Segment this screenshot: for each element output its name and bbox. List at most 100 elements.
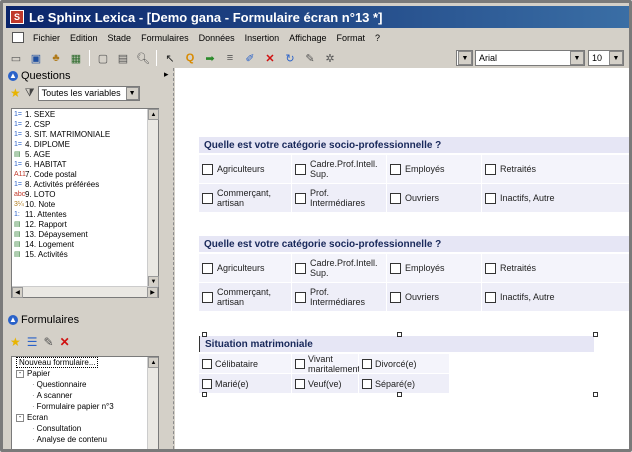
question-title[interactable]: Situation matrimoniale — [199, 336, 594, 352]
menu-fichier[interactable]: Fichier — [28, 33, 65, 43]
survey-icon[interactable]: ♣ — [48, 50, 64, 66]
question-title[interactable]: Quelle est votre catégorie socio-profess… — [199, 236, 629, 252]
star-icon[interactable]: ★ — [10, 86, 21, 100]
option-cell[interactable]: Agriculteurs — [199, 254, 291, 282]
scroll-left-icon[interactable]: ◀ — [12, 287, 23, 298]
option-checkbox[interactable] — [485, 291, 496, 303]
option-checkbox[interactable] — [295, 163, 306, 175]
option-checkbox[interactable] — [362, 378, 372, 389]
option-checkbox[interactable] — [295, 358, 305, 369]
paint-icon[interactable]: ✐ — [242, 50, 258, 66]
option-cell[interactable]: Employés — [387, 254, 481, 282]
option-cell[interactable]: Divorcé(e) — [359, 354, 449, 373]
selection-handle[interactable] — [397, 332, 402, 337]
form-tree-item[interactable]: · Analyse de contenu — [12, 434, 158, 445]
option-checkbox[interactable] — [295, 192, 306, 204]
question-item[interactable]: A11 7. Code postal — [12, 169, 158, 179]
vertical-scrollbar[interactable]: ▲ ▼ — [147, 109, 159, 287]
option-checkbox[interactable] — [295, 291, 306, 303]
style-dropdown[interactable]: ▼ — [456, 50, 473, 66]
form-tree-item[interactable]: · A scanner — [12, 390, 158, 401]
scroll-up-icon[interactable]: ▲ — [148, 109, 159, 120]
font-size-dropdown[interactable]: 10 ▼ — [588, 50, 624, 66]
question-item[interactable]: 1= 1. SEXE — [12, 109, 158, 119]
menu-edition[interactable]: Edition — [65, 33, 103, 43]
question-item[interactable]: abc 9. LOTO — [12, 189, 158, 199]
data-icon[interactable]: ▦ — [68, 50, 84, 66]
forms-header[interactable]: ▲ Formulaires — [6, 312, 164, 327]
delete-form-icon[interactable]: ✕ — [60, 335, 70, 349]
option-cell[interactable]: Prof. Intermédiares — [292, 184, 386, 212]
option-checkbox[interactable] — [485, 192, 496, 204]
question-item[interactable]: 1= 8. Activités préférées — [12, 179, 158, 189]
question-item[interactable]: 1= 6. HABITAT — [12, 159, 158, 169]
vertical-scrollbar[interactable]: ▲ — [147, 357, 158, 449]
option-cell[interactable]: Inactifs, Autre — [482, 283, 629, 311]
save-icon[interactable]: ▣ — [28, 50, 44, 66]
option-cell[interactable]: Commerçant, artisan — [199, 184, 291, 212]
option-cell[interactable]: Ouvriers — [387, 184, 481, 212]
option-cell[interactable]: Prof. Intermédiares — [292, 283, 386, 311]
questions-list[interactable]: 1= 1. SEXE 1= 2. CSP 1= 3. SIT. MATRIMONIALE 1… — [11, 108, 159, 298]
option-cell[interactable]: Agriculteurs — [199, 155, 291, 183]
question-item[interactable]: 1: 11. Attentes — [12, 209, 158, 219]
selection-handle[interactable] — [397, 392, 402, 397]
form-tree-item[interactable]: - Papier — [12, 368, 158, 379]
option-checkbox[interactable] — [295, 378, 305, 389]
selection-handle[interactable] — [202, 392, 207, 397]
menu-help[interactable]: ? — [370, 33, 385, 43]
font-name-dropdown[interactable]: Arial ▼ — [475, 50, 585, 66]
option-cell[interactable]: Commerçant, artisan — [199, 283, 291, 311]
question-item[interactable]: ▤ 13. Dépaysement — [12, 229, 158, 239]
form-canvas[interactable]: Quelle est votre catégorie socio-profess… — [175, 68, 629, 449]
form-tree-item[interactable]: - Ecran — [12, 412, 158, 423]
menu-format[interactable]: Format — [332, 33, 371, 43]
arrow-icon[interactable]: ➡ — [202, 50, 218, 66]
menu-insertion[interactable]: Insertion — [240, 33, 285, 43]
option-cell[interactable]: Cadre.Prof.Intell. Sup. — [292, 254, 386, 282]
option-cell[interactable]: Vivant maritalement — [292, 354, 360, 374]
option-checkbox[interactable] — [390, 192, 401, 204]
new-icon[interactable]: ▭ — [8, 50, 24, 66]
forms-list-icon[interactable]: ☰ — [27, 335, 38, 349]
option-checkbox[interactable] — [202, 358, 212, 369]
collapse-icon[interactable]: ▲ — [8, 314, 18, 325]
option-checkbox[interactable] — [202, 291, 213, 303]
option-cell[interactable]: Retraités — [482, 155, 629, 183]
expander-icon[interactable]: - — [16, 369, 24, 378]
collapse-icon[interactable]: ▲ — [8, 70, 18, 81]
option-checkbox[interactable] — [485, 262, 496, 274]
form-tree-item[interactable]: · Questionnaire — [12, 379, 158, 390]
star-icon[interactable]: ★ — [10, 335, 21, 349]
option-cell[interactable]: Ouvriers — [387, 283, 481, 311]
option-checkbox[interactable] — [485, 163, 496, 175]
document-icon[interactable] — [12, 32, 24, 43]
menu-stade[interactable]: Stade — [103, 33, 137, 43]
option-cell[interactable]: Marié(e) — [199, 374, 291, 393]
option-checkbox[interactable] — [202, 163, 213, 175]
horizontal-scrollbar[interactable]: ◀ ▶ — [12, 286, 158, 298]
forms-tree[interactable]: Nouveau formulaire... - Papier · Questionnai… — [11, 356, 159, 449]
menu-formulaires[interactable]: Formulaires — [136, 33, 194, 43]
option-checkbox[interactable] — [390, 291, 401, 303]
form-tree-item[interactable]: · Consultation — [12, 423, 158, 434]
option-checkbox[interactable] — [202, 192, 213, 204]
question-item[interactable]: 3¼ 10. Note — [12, 199, 158, 209]
option-checkbox[interactable] — [362, 358, 372, 369]
option-cell[interactable]: Retraités — [482, 254, 629, 282]
question-item[interactable]: ▤ 5. AGE — [12, 149, 158, 159]
menu-affichage[interactable]: Affichage — [284, 33, 331, 43]
expander-icon[interactable]: - — [16, 413, 24, 422]
option-cell[interactable]: Inactifs, Autre — [482, 184, 629, 212]
tools-icon[interactable]: ✲ — [322, 50, 338, 66]
option-cell[interactable]: Séparé(e) — [359, 374, 449, 393]
print-preview-icon[interactable]: ▢ — [95, 50, 111, 66]
option-cell[interactable]: Employés — [387, 155, 481, 183]
question-title[interactable]: Quelle est votre catégorie socio-profess… — [199, 137, 629, 153]
question-item[interactable]: 1= 4. DIPLOME — [12, 139, 158, 149]
refresh-icon[interactable]: ↻ — [282, 50, 298, 66]
edit-form-icon[interactable]: ✎ — [44, 335, 54, 349]
option-checkbox[interactable] — [390, 262, 401, 274]
option-checkbox[interactable] — [202, 378, 212, 389]
form-tree-item[interactable]: Nouveau formulaire... — [12, 357, 158, 368]
